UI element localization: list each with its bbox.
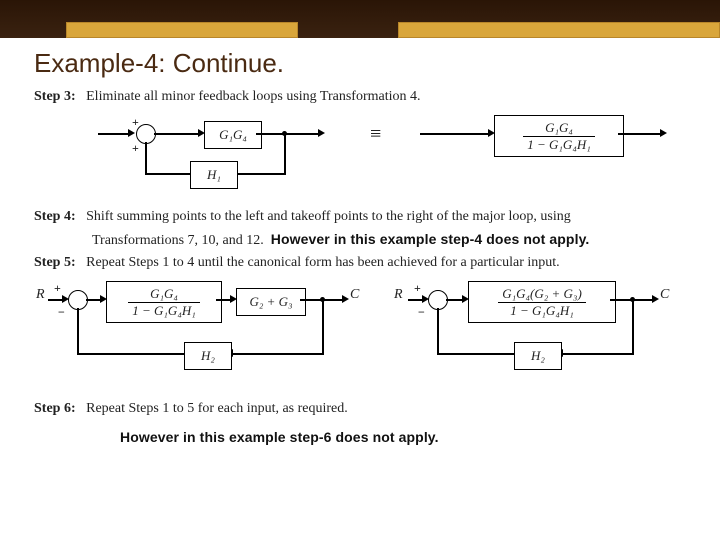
step3-label: Step 3: (34, 89, 76, 104)
block-h1: H₁ (190, 161, 238, 189)
step4-note: However in this example step-4 does not … (271, 231, 590, 247)
header-band (0, 0, 720, 38)
step5-text: Step 5: Repeat Steps 1 to 4 until the ca… (34, 255, 686, 271)
step3-desc: Eliminate all minor feedback loops using… (86, 89, 420, 104)
block-g2g3: G₂ + G₃ (236, 288, 306, 316)
step4-label: Step 4: (34, 209, 76, 224)
accent-bar-right (398, 22, 720, 38)
sum-right (428, 290, 448, 310)
step6-note: However in this example step-6 does not … (120, 429, 686, 445)
label-R-left: R (36, 287, 45, 303)
block-g1g4: G₁G₄ (204, 121, 262, 149)
step3-diagram: + + G₁G₄ H₁ ≡ G₁G₄1 − G₁G₄H₁ (50, 111, 670, 203)
step5-diagram: R + − G₁G₄1 − G₁G₄H₁ G₂ + G₃ C H₂ R + − (34, 277, 694, 395)
block-fracA: G₁G₄1 − G₁G₄H₁ (494, 115, 624, 157)
step4-desc-a: Shift summing points to the left and tak… (86, 209, 571, 224)
sum-left (68, 290, 88, 310)
block-fracB: G₁G₄(G₂ + G₃)1 − G₁G₄H₁ (468, 281, 616, 323)
step4-desc-b: Transformations 7, 10, and 12. (92, 233, 264, 248)
label-C-right: C (660, 287, 669, 303)
label-R-right: R (394, 287, 403, 303)
block-fracA-left: G₁G₄1 − G₁G₄H₁ (106, 281, 222, 323)
accent-bar-left (66, 22, 298, 38)
step6-desc: Repeat Steps 1 to 5 for each input, as r… (86, 401, 348, 416)
step6-label: Step 6: (34, 401, 76, 416)
step5-label: Step 5: (34, 255, 76, 270)
block-h2-right: H₂ (514, 342, 562, 370)
label-C-left: C (350, 287, 359, 303)
sum-junction (136, 124, 156, 144)
step4-text: Step 4: Shift summing points to the left… (34, 209, 686, 225)
block-h2-left: H₂ (184, 342, 232, 370)
step6-text: Step 6: Repeat Steps 1 to 5 for each inp… (34, 401, 686, 417)
slide-body: Example-4: Continue. Step 3: Eliminate a… (0, 38, 720, 445)
slide-title: Example-4: Continue. (34, 48, 686, 79)
plus-lower: + (132, 141, 139, 156)
equiv-symbol: ≡ (370, 123, 381, 146)
step5-desc: Repeat Steps 1 to 4 until the canonical … (86, 255, 560, 270)
step3-text: Step 3: Eliminate all minor feedback loo… (34, 89, 686, 105)
